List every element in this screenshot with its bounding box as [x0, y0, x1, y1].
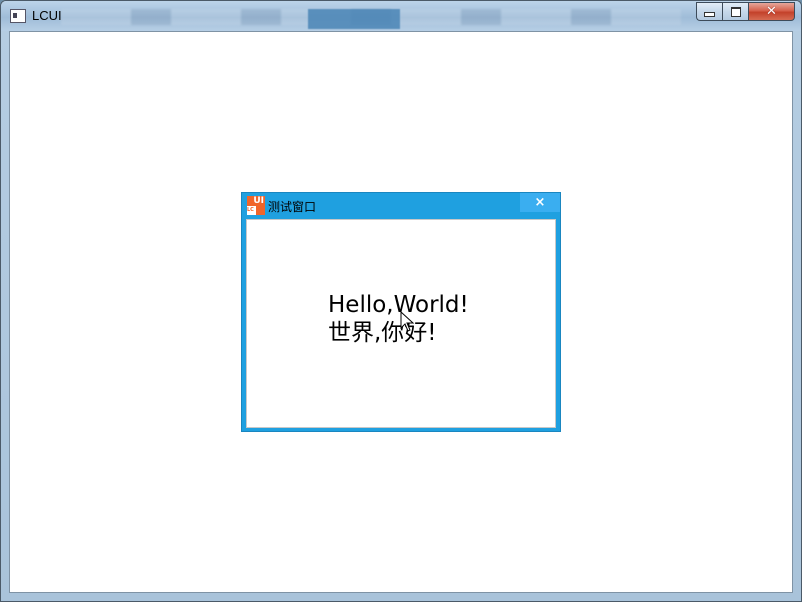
minimize-icon [704, 11, 715, 17]
window-controls: ✕ [696, 2, 795, 21]
window-titlebar[interactable]: LCUI ✕ [1, 1, 801, 31]
mouse-cursor-icon [400, 311, 415, 332]
maximize-button[interactable] [722, 2, 748, 21]
minimize-button[interactable] [696, 2, 722, 21]
app-window-icon[interactable] [10, 9, 26, 23]
maximize-icon [730, 6, 741, 17]
lcui-logo-icon: UI [247, 196, 265, 215]
close-icon: ✕ [766, 4, 777, 19]
background-taskbar-highlight [308, 9, 400, 29]
greeting-line-chinese: 世界,你好! [328, 320, 437, 346]
window-title: LCUI [32, 8, 62, 23]
close-button[interactable]: ✕ [748, 2, 795, 21]
dialog-close-button[interactable]: × [520, 193, 560, 212]
dialog-title: 测试窗口 [268, 200, 317, 214]
close-icon: × [534, 195, 546, 210]
greeting-text: Hello,World! 世界,你好! [328, 291, 469, 347]
dialog-titlebar[interactable]: UI 测试窗口 × [242, 193, 560, 219]
lcui-logo-text: UI [253, 196, 264, 206]
greeting-line-english: Hello,World! [328, 292, 469, 318]
